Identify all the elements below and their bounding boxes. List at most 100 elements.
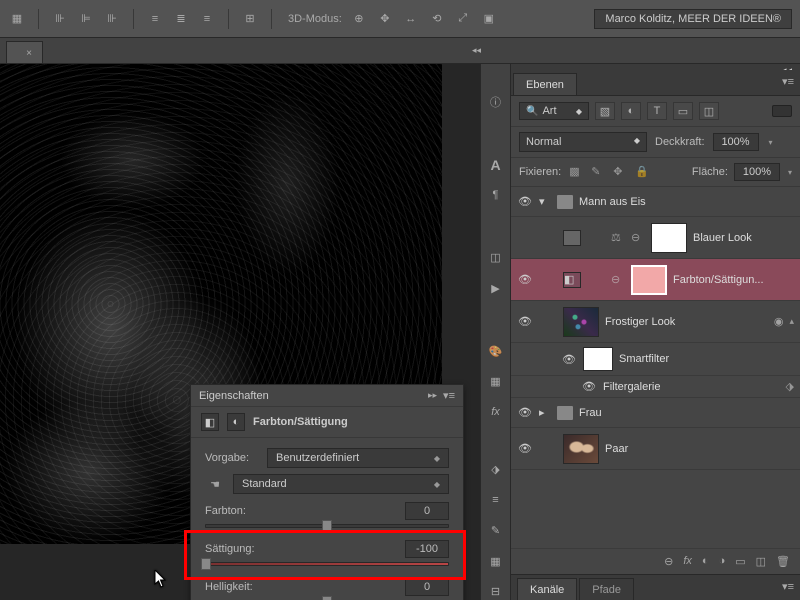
opacity-value[interactable]: 100% xyxy=(713,133,759,151)
paragraph-icon[interactable]: ¶ xyxy=(487,187,505,204)
layers-comp-icon[interactable]: ⊟ xyxy=(487,584,505,600)
tab-layers[interactable]: Ebenen xyxy=(513,73,577,95)
visibility-icon[interactable]: 👁 xyxy=(561,353,577,366)
styles-icon[interactable]: fx xyxy=(487,404,505,421)
orbit-icon[interactable]: ⊕ xyxy=(350,10,368,28)
fx-icon[interactable]: fx xyxy=(683,555,692,568)
align-icon[interactable]: ⊪ xyxy=(51,10,69,28)
document-tab[interactable]: × xyxy=(6,41,43,63)
layer-row[interactable]: ⚖ ⊖ Blauer Look xyxy=(511,217,800,259)
layer-group[interactable]: 👁 ▸ Frau xyxy=(511,398,800,428)
color-icon[interactable]: 🎨 xyxy=(487,343,505,360)
histogram-icon[interactable]: ◫ xyxy=(487,250,505,267)
align-icon[interactable]: ⊪ xyxy=(103,10,121,28)
distribute-icon[interactable]: ≡ xyxy=(146,10,164,28)
mask-thumb[interactable] xyxy=(651,223,687,253)
pan-icon[interactable]: ✥ xyxy=(376,10,394,28)
layer-name[interactable]: Frau xyxy=(579,407,794,419)
layer-row[interactable]: 👁 Smartfilter xyxy=(511,343,800,376)
preset-dropdown[interactable]: Benutzerdefiniert◆ xyxy=(267,448,449,468)
layer-thumb[interactable] xyxy=(563,434,599,464)
link-layers-icon[interactable]: ⊖ xyxy=(664,555,673,568)
camera-icon[interactable]: ▣ xyxy=(480,10,498,28)
expand-icon[interactable]: ◂◂ xyxy=(472,45,481,56)
layer-name[interactable]: Blauer Look xyxy=(693,232,794,244)
close-icon[interactable]: × xyxy=(26,48,32,59)
layer-row[interactable]: 👁 Paar xyxy=(511,428,800,470)
link-icon[interactable]: ⊖ xyxy=(631,231,645,244)
hue-value[interactable]: 0 xyxy=(405,502,449,520)
saturation-value[interactable]: -100 xyxy=(405,540,449,558)
layer-row[interactable]: 👁 Filtergalerie ⬗ xyxy=(511,376,800,398)
lock-position-icon[interactable]: ✥ xyxy=(613,165,629,179)
fill-flyout-icon[interactable]: ▾ xyxy=(788,168,792,177)
chevron-icon[interactable]: ▴ xyxy=(789,316,794,327)
collapse-icon[interactable]: ▸▸ xyxy=(428,390,437,401)
visibility-icon[interactable]: 👁 xyxy=(517,273,533,286)
hue-slider[interactable] xyxy=(205,524,449,528)
brushes-icon[interactable]: ✎ xyxy=(487,523,505,540)
range-dropdown[interactable]: Standard◆ xyxy=(233,474,449,494)
filter-shape-icon[interactable]: ▭ xyxy=(673,102,693,120)
layer-name[interactable]: Farbton/Sättigun... xyxy=(673,274,794,286)
layer-row[interactable]: 👁 Frostiger Look ◉ ▴ xyxy=(511,301,800,343)
layer-name[interactable]: Smartfilter xyxy=(619,353,794,365)
layer-name[interactable]: Filtergalerie xyxy=(603,381,780,393)
adjustments-icon[interactable]: ⬗ xyxy=(487,462,505,479)
lock-pixels-icon[interactable]: ✎ xyxy=(591,165,607,179)
character-icon[interactable]: A xyxy=(487,156,505,173)
layer-name[interactable]: Paar xyxy=(605,443,794,455)
panel-menu-icon[interactable]: ▾≡ xyxy=(782,75,794,88)
actions-icon[interactable]: ▦ xyxy=(487,553,505,570)
info-icon[interactable]: ⓘ xyxy=(487,94,505,111)
fill-value[interactable]: 100% xyxy=(734,163,780,181)
filter-mask-thumb[interactable] xyxy=(583,347,613,371)
filter-settings-icon[interactable]: ⬗ xyxy=(786,380,794,393)
tool-icon[interactable]: ▦ xyxy=(8,10,26,28)
layer-thumb[interactable] xyxy=(563,307,599,337)
distribute-icon[interactable]: ≡ xyxy=(198,10,216,28)
visibility-icon[interactable]: 👁 xyxy=(517,442,533,455)
adjustment-layer-icon[interactable]: ◑ xyxy=(719,555,726,568)
panel-menu-icon[interactable]: ▾≡ xyxy=(782,580,794,593)
brushpresets-icon[interactable]: ≡ xyxy=(487,492,505,509)
user-info[interactable]: Marco Kolditz, MEER DER IDEEN® xyxy=(594,9,792,29)
filter-smart-icon[interactable]: ◫ xyxy=(699,102,719,120)
group-icon[interactable]: ▭ xyxy=(735,555,745,568)
new-layer-icon[interactable]: ◫ xyxy=(756,555,766,568)
layer-name[interactable]: Mann aus Eis xyxy=(579,196,794,208)
scale-icon[interactable]: ⤢ xyxy=(454,10,472,28)
layer-group[interactable]: 👁 ▾ Mann aus Eis xyxy=(511,187,800,217)
tab-channels[interactable]: Kanäle xyxy=(517,578,577,600)
move-icon[interactable]: ↔ xyxy=(402,10,420,28)
filter-type-icon[interactable]: T xyxy=(647,102,667,120)
lightness-value[interactable]: 0 xyxy=(405,578,449,596)
mask-thumb[interactable] xyxy=(631,265,667,295)
visibility-icon[interactable]: 👁 xyxy=(517,315,533,328)
layer-name[interactable]: Frostiger Look xyxy=(605,316,768,328)
lock-all-icon[interactable]: 🔒 xyxy=(635,165,651,179)
tab-paths[interactable]: Pfade xyxy=(579,578,634,600)
rotate-icon[interactable]: ⟲ xyxy=(428,10,446,28)
chevron-right-icon[interactable]: ▸ xyxy=(539,406,551,419)
layer-row[interactable]: 👁 ◧ ⊖ Farbton/Sättigun... xyxy=(511,259,800,301)
swatches-icon[interactable]: ▦ xyxy=(487,374,505,391)
chevron-down-icon[interactable]: ▾ xyxy=(539,195,551,208)
opacity-flyout-icon[interactable]: ▾ xyxy=(769,138,773,147)
filter-type-dropdown[interactable]: 🔍Art◆ xyxy=(519,102,589,120)
align-icon[interactable]: ⊫ xyxy=(77,10,95,28)
arrange-icon[interactable]: ⊞ xyxy=(241,10,259,28)
visibility-icon[interactable]: 👁 xyxy=(517,406,533,419)
hand-icon[interactable]: ☚ xyxy=(205,475,225,493)
link-icon[interactable]: ⊖ xyxy=(611,273,625,286)
visibility-icon[interactable]: 👁 xyxy=(517,195,533,208)
panel-menu-icon[interactable]: ▾≡ xyxy=(443,389,455,402)
navigator-icon[interactable]: ▶ xyxy=(487,280,505,297)
blend-mode-dropdown[interactable]: Normal◆ xyxy=(519,132,647,152)
filter-adjust-icon[interactable]: ◐ xyxy=(621,102,641,120)
filter-toggle[interactable] xyxy=(772,105,792,117)
mask-icon[interactable]: ◐ xyxy=(702,555,709,568)
lock-transparent-icon[interactable]: ▩ xyxy=(569,165,585,179)
distribute-icon[interactable]: ≣ xyxy=(172,10,190,28)
trash-icon[interactable]: 🗑 xyxy=(776,555,790,568)
